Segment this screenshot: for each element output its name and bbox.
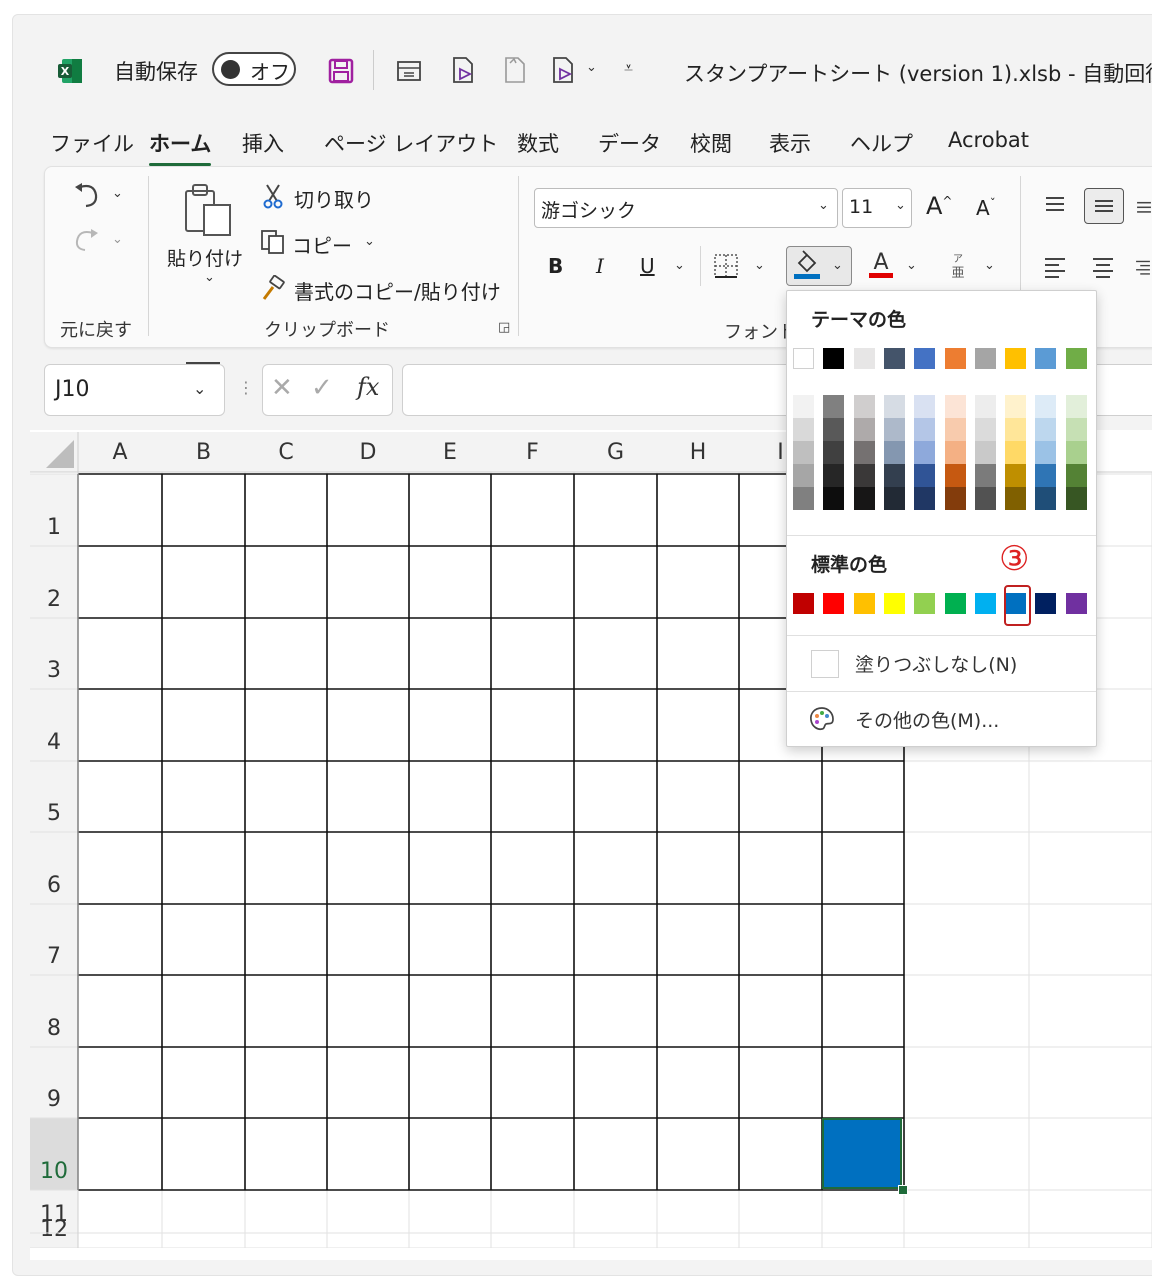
theme-shade-swatch[interactable] [914, 464, 936, 487]
theme-shade-swatch[interactable] [793, 395, 814, 418]
theme-shade-swatch[interactable] [823, 441, 845, 464]
theme-shade-swatch[interactable] [1005, 487, 1027, 510]
more-colors-item[interactable]: その他の色(M)... [787, 692, 1096, 748]
fill-handle[interactable] [898, 1185, 908, 1195]
theme-shade-swatch[interactable] [974, 395, 996, 418]
standard-color-swatch[interactable] [883, 593, 905, 614]
theme-color-swatch[interactable] [974, 348, 996, 369]
theme-shade-swatch[interactable] [793, 441, 814, 464]
no-fill-label: 塗りつぶしなし(N) [855, 654, 1018, 676]
theme-shade-swatch[interactable] [853, 464, 875, 487]
theme-colors-title: テーマの色 [811, 309, 907, 331]
theme-shade-swatch[interactable] [914, 395, 936, 418]
theme-shade-swatch[interactable] [853, 487, 875, 510]
theme-shade-swatch[interactable] [914, 441, 936, 464]
theme-shade-swatch[interactable] [1035, 464, 1057, 487]
theme-shade-swatch[interactable] [1065, 395, 1087, 418]
theme-color-swatch[interactable] [1065, 348, 1087, 369]
theme-color-swatch[interactable] [883, 348, 905, 369]
standard-color-swatch[interactable] [944, 593, 966, 614]
theme-shade-swatch[interactable] [883, 395, 905, 418]
palette-icon [807, 704, 837, 734]
standard-color-swatch[interactable] [1035, 593, 1057, 614]
theme-shade-swatch[interactable] [974, 464, 996, 487]
theme-shade-swatch[interactable] [1005, 441, 1027, 464]
theme-shade-swatch[interactable] [914, 487, 936, 510]
theme-shade-swatch[interactable] [1005, 395, 1027, 418]
theme-shade-swatch[interactable] [1065, 487, 1087, 510]
fill-color-menu: テーマの色 標準の色 ③ 塗りつぶしなし(N) その他の色(M)... [786, 290, 1097, 747]
theme-shade-swatch[interactable] [944, 395, 966, 418]
theme-shade-swatch[interactable] [883, 418, 905, 441]
more-colors-label: その他の色(M)... [855, 710, 1000, 732]
theme-shade-swatch[interactable] [793, 464, 814, 487]
theme-shade-swatch[interactable] [1035, 418, 1057, 441]
standard-colors-title: 標準の色 [811, 554, 888, 576]
theme-shade-swatch[interactable] [1035, 395, 1057, 418]
theme-shade-swatch[interactable] [944, 418, 966, 441]
theme-shade-swatch[interactable] [1035, 441, 1057, 464]
theme-shade-swatch[interactable] [853, 395, 875, 418]
theme-color-swatch[interactable] [914, 348, 936, 369]
theme-shade-swatch[interactable] [1035, 487, 1057, 510]
highlight-box [1004, 585, 1031, 626]
standard-color-swatch[interactable] [853, 593, 875, 614]
theme-shade-swatch[interactable] [944, 464, 966, 487]
theme-shade-swatch[interactable] [974, 441, 996, 464]
theme-shade-swatch[interactable] [883, 487, 905, 510]
theme-shade-swatch[interactable] [944, 441, 966, 464]
selected-cell-j10[interactable] [822, 1118, 902, 1189]
theme-shade-swatch[interactable] [793, 487, 814, 510]
standard-color-swatch[interactable] [914, 593, 936, 614]
theme-shade-swatch[interactable] [1005, 464, 1027, 487]
theme-color-swatch[interactable] [853, 348, 875, 369]
theme-shade-swatch[interactable] [823, 487, 845, 510]
theme-shade-swatch[interactable] [974, 418, 996, 441]
standard-color-swatch[interactable] [793, 593, 814, 614]
theme-shade-swatch[interactable] [823, 464, 845, 487]
menu-separator [787, 535, 1096, 536]
step-marker: ③ [999, 539, 1030, 579]
theme-shade-swatch[interactable] [853, 441, 875, 464]
no-fill-item[interactable]: 塗りつぶしなし(N) [787, 636, 1096, 692]
standard-color-swatch[interactable] [823, 593, 845, 614]
theme-color-swatch[interactable] [793, 348, 814, 369]
theme-color-swatch[interactable] [1005, 348, 1027, 369]
standard-color-swatch[interactable] [1065, 593, 1087, 614]
theme-shade-swatch[interactable] [853, 418, 875, 441]
theme-shade-swatch[interactable] [1065, 464, 1087, 487]
theme-shade-swatch[interactable] [944, 487, 966, 510]
theme-color-swatch[interactable] [1035, 348, 1057, 369]
theme-shade-swatch[interactable] [883, 464, 905, 487]
theme-shade-swatch[interactable] [1005, 418, 1027, 441]
theme-shade-swatch[interactable] [883, 441, 905, 464]
theme-shade-swatch[interactable] [793, 418, 814, 441]
no-fill-swatch [811, 650, 839, 678]
theme-shade-swatch[interactable] [1065, 418, 1087, 441]
standard-color-swatch[interactable] [974, 593, 996, 614]
theme-shade-swatch[interactable] [823, 395, 845, 418]
theme-shade-swatch[interactable] [914, 418, 936, 441]
theme-color-swatch[interactable] [944, 348, 966, 369]
theme-shade-swatch[interactable] [823, 418, 845, 441]
theme-shade-swatch[interactable] [1065, 441, 1087, 464]
theme-color-swatch[interactable] [823, 348, 845, 369]
theme-shade-swatch[interactable] [974, 487, 996, 510]
